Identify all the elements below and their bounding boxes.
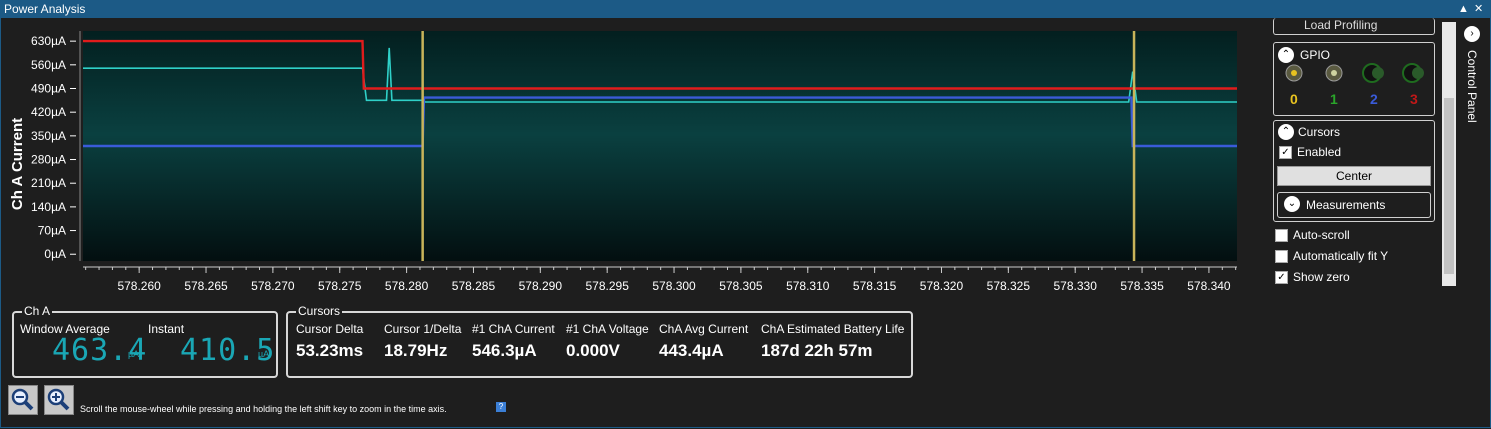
cha-voltage-value: 0.000V	[566, 341, 620, 360]
gpio-title: GPIO	[1300, 48, 1331, 62]
y-tick-label: 560µA	[31, 58, 66, 72]
zoom-in-icon	[47, 388, 70, 411]
enabled-checkbox[interactable]: ✓	[1279, 146, 1292, 159]
auto-scroll-checkbox[interactable]	[1275, 229, 1288, 242]
x-tick-label: 578.305	[719, 279, 763, 293]
gpio-section: ⌃ GPIO 0 1 2 3	[1273, 42, 1435, 116]
x-tick-label: 578.330	[1054, 279, 1098, 293]
x-tick-label: 578.260	[117, 279, 161, 293]
x-tick-label: 578.340	[1187, 279, 1231, 293]
gpio-1-led-icon	[1325, 64, 1343, 82]
measurements-label: Measurements	[1306, 198, 1386, 212]
center-button[interactable]: Center	[1277, 166, 1431, 186]
auto-fit-y-checkbox[interactable]	[1275, 250, 1288, 263]
x-tick-label: 578.280	[385, 279, 429, 293]
cha-group: Ch A Window Average Instant 463.4 µA 410…	[12, 304, 278, 378]
x-tick-label: 578.270	[251, 279, 295, 293]
cursors-title: Cursors	[1298, 125, 1341, 139]
zoom-out-icon	[11, 388, 34, 411]
measurements-expand-icon: ⌄	[1284, 196, 1300, 212]
gpio-collapse-icon[interactable]: ⌃	[1278, 47, 1294, 63]
y-tick-label: 490µA	[31, 82, 66, 96]
gpio-1-label: 1	[1330, 91, 1338, 107]
battery-life-label: ChA Estimated Battery Life	[761, 322, 905, 336]
y-tick-label: 140µA	[31, 200, 66, 214]
cursor-delta-label: Cursor Delta	[296, 322, 364, 336]
gpio-3-label: 3	[1410, 91, 1418, 107]
cha-current-label: #1 ChA Current	[472, 322, 555, 336]
cursors-legend: Cursors	[296, 304, 343, 318]
enabled-label: Enabled	[1297, 145, 1342, 159]
window-average-unit: µA	[128, 349, 140, 359]
scrollbar-thumb[interactable]	[1444, 98, 1454, 274]
x-tick-label: 578.335	[1120, 279, 1164, 293]
x-tick-label: 578.285	[452, 279, 496, 293]
x-tick-label: 578.275	[318, 279, 362, 293]
gpio-2-led-icon	[1362, 63, 1384, 83]
gpio-3-led-icon	[1402, 63, 1424, 83]
y-tick-label: 420µA	[31, 105, 66, 119]
y-tick-label: 210µA	[31, 176, 66, 190]
y-tick-label: 70µA	[38, 224, 66, 238]
control-panel-toggle-icon[interactable]: ›	[1464, 26, 1480, 42]
show-zero-checkbox[interactable]: ✓	[1275, 271, 1288, 284]
cursors-group: Cursors Cursor Delta 53.23ms Cursor 1/De…	[286, 304, 913, 378]
cha-avg-current-value: 443.4µA	[659, 341, 724, 360]
cha-current-value: 546.3µA	[472, 341, 537, 360]
current-chart[interactable]: Ch A Current 630µA 560µA 490µA 420µA 350µA 28…	[0, 22, 1240, 300]
show-zero-label: Show zero	[1293, 270, 1350, 284]
zoom-hint-text: Scroll the mouse-wheel while pressing an…	[80, 404, 447, 414]
y-tick-label: 280µA	[31, 153, 66, 167]
y-tick-label: 630µA	[31, 34, 66, 48]
x-tick-label: 578.315	[853, 279, 897, 293]
instant-unit: µA	[258, 349, 270, 359]
y-tick-label: 350µA	[31, 129, 66, 143]
control-panel-scrollbar[interactable]	[1442, 22, 1456, 286]
title-bar: Power Analysis ▲ ✕	[0, 0, 1491, 18]
cursor-delta-value: 53.23ms	[296, 341, 364, 360]
cha-voltage-label: #1 ChA Voltage	[566, 322, 649, 336]
y-axis-label: Ch A Current	[9, 118, 26, 210]
battery-life-value: 187d 22h 57m	[761, 341, 873, 360]
zoom-out-button[interactable]	[8, 385, 38, 415]
control-panel-tab[interactable]: › Control Panel	[1461, 22, 1485, 152]
load-profiling-section: Load Profiling	[1273, 18, 1435, 35]
x-tick-label: 578.265	[184, 279, 228, 293]
x-tick-label: 578.295	[585, 279, 629, 293]
gpio-leds	[1285, 63, 1424, 83]
x-tick-label: 578.310	[786, 279, 830, 293]
collapse-up-icon[interactable]: ▲	[1458, 0, 1469, 18]
close-icon[interactable]: ✕	[1474, 0, 1483, 18]
cursor-inverse-delta-label: Cursor 1/Delta	[384, 322, 462, 336]
help-icon[interactable]: ?	[496, 402, 506, 412]
instant-label: Instant	[148, 322, 185, 336]
x-tick-label: 578.290	[519, 279, 563, 293]
auto-scroll-label: Auto-scroll	[1293, 228, 1350, 242]
cursor-inverse-delta-value: 18.79Hz	[384, 341, 448, 360]
x-tick-label: 578.320	[920, 279, 964, 293]
measurements-button[interactable]: ⌄ Measurements	[1277, 192, 1431, 218]
cursors-collapse-icon[interactable]: ⌃	[1278, 124, 1294, 140]
x-tick-label: 578.300	[652, 279, 696, 293]
control-panel-tab-label: Control Panel	[1465, 50, 1479, 123]
x-tick-label: 578.325	[987, 279, 1031, 293]
window-title: Power Analysis	[4, 2, 86, 16]
gpio-0-led-icon	[1285, 64, 1303, 82]
gpio-0-label: 0	[1290, 91, 1298, 107]
cha-avg-current-label: ChA Avg Current	[659, 322, 749, 336]
load-profiling-label: Load Profiling	[1304, 18, 1378, 32]
y-tick-label: 0µA	[44, 247, 66, 261]
zoom-in-button[interactable]	[44, 385, 74, 415]
gpio-2-label: 2	[1370, 91, 1378, 107]
auto-fit-y-label: Automatically fit Y	[1293, 249, 1389, 263]
cha-legend: Ch A	[22, 304, 53, 318]
